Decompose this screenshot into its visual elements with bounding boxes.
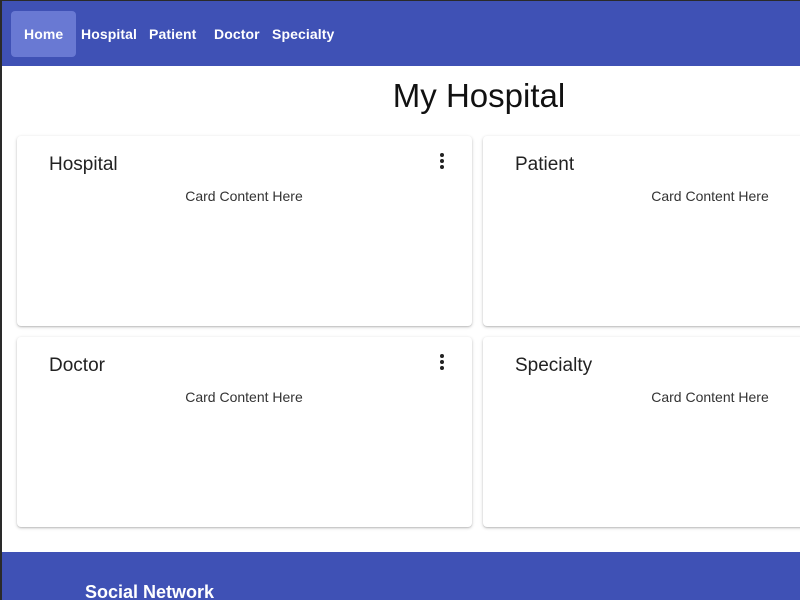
top-navbar: Home Hospital Patient Doctor Specialty <box>2 1 800 66</box>
more-vert-icon[interactable] <box>434 150 450 172</box>
nav-specialty[interactable]: Specialty <box>272 11 334 57</box>
card-content: Card Content Here <box>651 188 769 204</box>
card-content: Card Content Here <box>185 188 303 204</box>
card-title: Patient <box>515 154 575 175</box>
card-content: Card Content Here <box>651 389 769 405</box>
page-title: My Hospital <box>392 77 566 114</box>
card-title: Doctor <box>49 355 105 376</box>
card-hospital: Hospital Card Content Here <box>17 136 472 326</box>
nav-doctor[interactable]: Doctor <box>214 11 260 57</box>
app-window: Home Hospital Patient Doctor Specialty M… <box>0 0 800 600</box>
footer: Social Network <box>2 552 800 600</box>
card-content: Card Content Here <box>185 389 303 405</box>
nav-home[interactable]: Home <box>11 11 77 57</box>
nav-hospital[interactable]: Hospital <box>81 11 137 57</box>
card-patient: Patient Card Content Here <box>483 136 800 326</box>
card-doctor: Doctor Card Content Here <box>17 337 472 527</box>
card-title: Specialty <box>515 355 593 376</box>
nav-patient[interactable]: Patient <box>149 11 196 57</box>
footer-heading-social-network: Social Network <box>85 582 215 600</box>
more-vert-icon[interactable] <box>434 351 450 373</box>
card-title: Hospital <box>49 154 118 175</box>
card-specialty: Specialty Card Content Here <box>483 337 800 527</box>
